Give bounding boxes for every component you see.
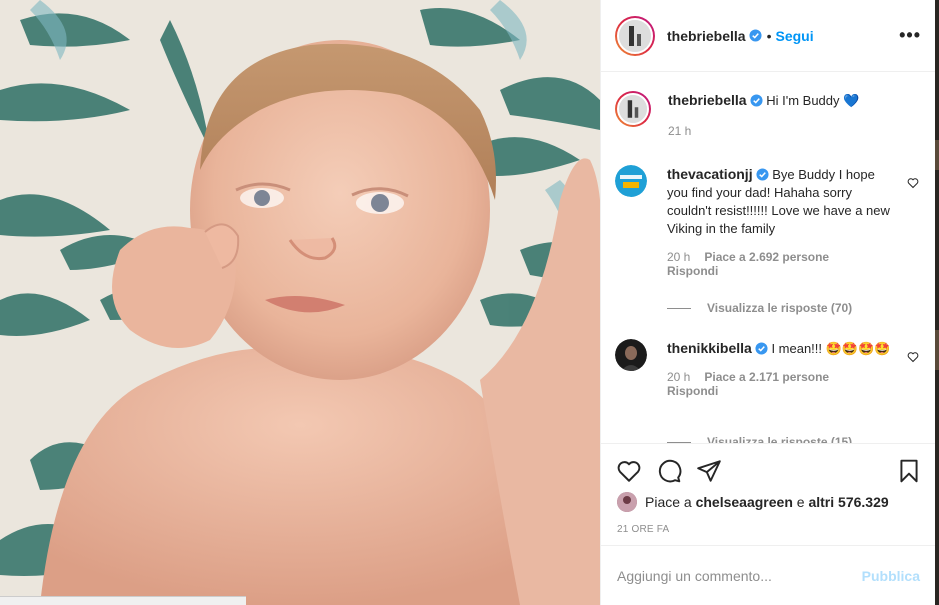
commenter-avatar[interactable] [615,165,647,197]
comment-likes-count[interactable]: Piace a 2.692 persone [704,250,829,264]
view-replies-button[interactable]: Visualizza le risposte (70) [667,301,852,315]
liked-by-user[interactable]: chelseaagreen [696,494,793,510]
post-side-panel: thebriebella • Segui ••• thebriebella Hi… [600,0,936,605]
background-detail [935,140,939,170]
commenter-avatar[interactable] [615,339,647,371]
comment-time[interactable]: 20 h [667,250,690,264]
avatar-image [619,19,651,52]
comment-author-username[interactable]: thevacationjj [667,166,753,182]
comment-item: thenikkibella I mean!!! 🤩🤩🤩🤩 20 h Piace a… [615,339,925,398]
comment-item: thevacationjj Bye Buddy I hope you find … [615,165,925,278]
author-avatar[interactable] [615,15,655,56]
view-replies-label: Visualizza le risposte (15) [707,435,853,443]
post-header: thebriebella • Segui ••• [601,0,935,72]
baby-photo-image [0,0,600,605]
comment-author-username[interactable]: thenikkibella [667,340,752,356]
add-comment-bar: Aggiungi un commento... Pubblica [601,545,936,605]
verified-badge-icon [749,29,762,42]
avatar-image [619,95,647,123]
comment-text: I mean!!! 🤩🤩🤩🤩 [771,341,891,356]
page-bottom-strip [0,596,246,605]
reply-button[interactable]: Rispondi [667,264,718,278]
liked-by-avatar [617,492,637,512]
avatar-image [615,165,647,197]
avatar-image [617,492,637,512]
verified-badge-icon [750,94,763,107]
reply-button[interactable]: Rispondi [667,384,718,398]
post-time-ago[interactable]: 21 ORE FA [617,524,669,535]
comment-like-heart-icon[interactable] [907,351,919,363]
comment-icon[interactable] [656,458,682,484]
more-options-icon[interactable]: ••• [899,25,921,46]
author-username[interactable]: thebriebella [667,28,746,44]
comment-time[interactable]: 20 h [667,370,690,384]
liked-by[interactable]: Piace a chelseaagreen e altri 576.329 [617,492,889,512]
verified-badge-icon [755,342,768,355]
bookmark-icon[interactable] [896,458,922,484]
caption-author-avatar[interactable] [615,91,651,127]
avatar-image [615,339,647,371]
heart-icon[interactable] [616,458,642,484]
verified-badge-icon [756,168,769,181]
paper-plane-icon[interactable] [696,458,722,484]
liked-by-others[interactable]: altri 576.329 [808,494,888,510]
background-detail [935,330,939,370]
view-replies-button[interactable]: Visualizza le risposte (15) [667,435,852,443]
replies-divider [667,308,691,310]
comment-like-heart-icon[interactable] [907,177,919,189]
caption-author-username[interactable]: thebriebella [668,92,747,108]
post-photo[interactable] [0,0,600,605]
caption-text: Hi I'm Buddy 💙 [766,93,860,108]
comment-likes-count[interactable]: Piace a 2.171 persone [704,370,829,384]
separator-dot: • [766,27,772,44]
add-comment-input[interactable]: Aggiungi un commento... [617,568,772,584]
caption: thebriebella Hi I'm Buddy 💙 21 h [615,91,925,138]
view-replies-label: Visualizza le risposte (70) [707,301,853,315]
comments-list[interactable]: thebriebella Hi I'm Buddy 💙 21 h thevaca… [601,73,936,443]
background-edge [935,0,939,605]
follow-button[interactable]: Segui [776,28,814,44]
liked-by-middle: e [796,494,805,510]
post-actions: Piace a chelseaagreen e altri 576.329 21… [601,443,936,545]
liked-by-prefix: Piace a [645,494,692,510]
publish-button[interactable]: Pubblica [862,568,920,584]
caption-time: 21 h [668,124,692,138]
